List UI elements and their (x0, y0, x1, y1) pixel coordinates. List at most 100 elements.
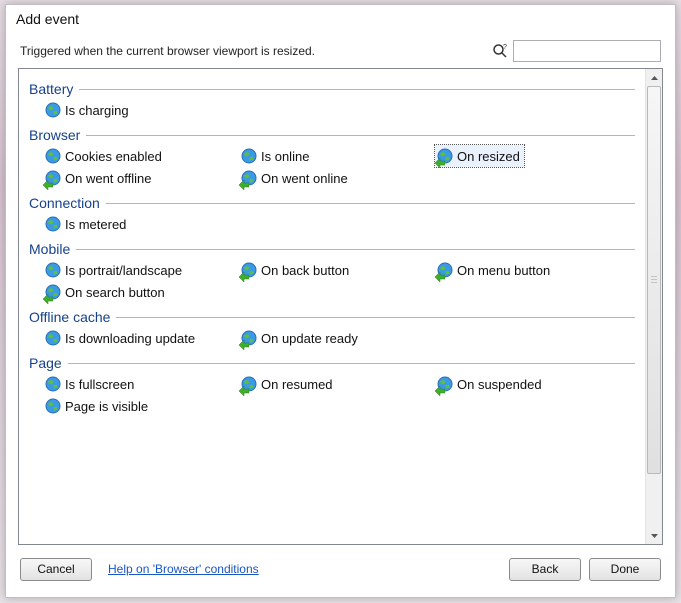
trigger-globe-icon (437, 148, 453, 164)
condition-globe-icon (45, 262, 61, 278)
category-title: Browser (29, 127, 80, 143)
condition-globe-icon (45, 102, 61, 118)
event-item-offline-on-update-ready[interactable]: On update ready (239, 327, 435, 349)
category-items: Is fullscreen On resumed On suspended Page … (29, 373, 635, 417)
category-header: Connection (29, 195, 635, 211)
event-item-browser-cookies-enabled[interactable]: Cookies enabled (43, 145, 239, 167)
category-divider (76, 249, 635, 250)
scrollbar-grip (651, 276, 657, 284)
category-items: Is portrait/landscape On back button On me… (29, 259, 635, 303)
condition-globe-icon (45, 216, 61, 232)
trigger-globe-icon (437, 376, 453, 392)
event-item-browser-on-resized[interactable]: On resized (435, 145, 524, 167)
event-item-label: On update ready (261, 331, 358, 346)
back-button[interactable]: Back (509, 558, 581, 581)
category-header: Page (29, 355, 635, 371)
condition-globe-icon (45, 148, 61, 164)
category-browser: Browser Cookies enabled Is online On resize… (29, 127, 635, 189)
trigger-globe-icon (241, 170, 257, 186)
category-mobile: Mobile Is portrait/landscape On back butto… (29, 241, 635, 303)
event-item-label: Is metered (65, 217, 126, 232)
dialog-footer: Cancel Help on 'Browser' conditions Back… (18, 545, 663, 585)
category-battery: Battery Is charging (29, 81, 635, 121)
category-items: Is downloading update On update ready (29, 327, 635, 349)
scroll-down-button[interactable] (646, 527, 662, 544)
event-item-offline-is-downloading-update[interactable]: Is downloading update (43, 327, 239, 349)
event-item-mobile-on-search-button[interactable]: On search button (43, 281, 239, 303)
event-item-page-page-is-visible[interactable]: Page is visible (43, 395, 239, 417)
event-list-frame: Battery Is charging Browser Cookies enabled… (18, 68, 663, 545)
event-item-page-is-fullscreen[interactable]: Is fullscreen (43, 373, 239, 395)
trigger-globe-icon (45, 170, 61, 186)
event-item-mobile-on-back-button[interactable]: On back button (239, 259, 435, 281)
event-item-label: Is charging (65, 103, 129, 118)
trigger-globe-icon (241, 376, 257, 392)
scrollbar-track[interactable] (646, 86, 662, 527)
dialog-backdrop: Add event Triggered when the current bro… (0, 0, 681, 603)
category-header: Browser (29, 127, 635, 143)
category-offline-cache: Offline cache Is downloading update On upd… (29, 309, 635, 349)
event-item-label: Is fullscreen (65, 377, 134, 392)
condition-globe-icon (241, 148, 257, 164)
scrollbar-thumb[interactable] (647, 86, 661, 474)
event-item-label: Is online (261, 149, 309, 164)
category-title: Battery (29, 81, 73, 97)
category-connection: Connection Is metered (29, 195, 635, 235)
category-title: Offline cache (29, 309, 110, 325)
category-title: Page (29, 355, 62, 371)
category-header: Offline cache (29, 309, 635, 325)
trigger-globe-icon (241, 330, 257, 346)
add-event-dialog: Add event Triggered when the current bro… (5, 4, 676, 598)
event-list: Battery Is charging Browser Cookies enabled… (19, 69, 645, 544)
scroll-up-button[interactable] (646, 69, 662, 86)
category-title: Mobile (29, 241, 70, 257)
event-description: Triggered when the current browser viewp… (20, 44, 491, 58)
help-link[interactable]: Help on 'Browser' conditions (108, 562, 259, 576)
cancel-button[interactable]: Cancel (20, 558, 92, 581)
event-item-label: On went online (261, 171, 348, 186)
category-items: Cookies enabled Is online On resized On wen… (29, 145, 635, 189)
svg-text:?: ? (503, 44, 507, 51)
category-page: PageIs fullscreen On resumed On suspended P… (29, 355, 635, 417)
category-items: Is metered (29, 213, 635, 235)
category-header: Mobile (29, 241, 635, 257)
event-item-connection-is-metered[interactable]: Is metered (43, 213, 239, 235)
search-icon: ? (491, 42, 509, 60)
event-item-mobile-on-menu-button[interactable]: On menu button (435, 259, 631, 281)
event-item-label: Is portrait/landscape (65, 263, 182, 278)
category-title: Connection (29, 195, 100, 211)
event-item-page-on-suspended[interactable]: On suspended (435, 373, 631, 395)
done-button[interactable]: Done (589, 558, 661, 581)
dialog-body: Triggered when the current browser viewp… (6, 31, 675, 597)
trigger-globe-icon (437, 262, 453, 278)
trigger-globe-icon (241, 262, 257, 278)
event-item-label: On menu button (457, 263, 550, 278)
event-item-label: On resized (457, 149, 520, 164)
event-item-mobile-is-portrait-landscape[interactable]: Is portrait/landscape (43, 259, 239, 281)
category-header: Battery (29, 81, 635, 97)
event-item-browser-is-online[interactable]: Is online (239, 145, 435, 167)
category-items: Is charging (29, 99, 635, 121)
category-divider (86, 135, 635, 136)
event-item-battery-is-charging[interactable]: Is charging (43, 99, 239, 121)
dialog-title: Add event (6, 5, 675, 31)
condition-globe-icon (45, 330, 61, 346)
event-item-browser-on-went-offline[interactable]: On went offline (43, 167, 239, 189)
event-description-row: Triggered when the current browser viewp… (18, 40, 663, 68)
category-divider (79, 89, 635, 90)
condition-globe-icon (45, 398, 61, 414)
trigger-globe-icon (45, 284, 61, 300)
event-item-browser-on-went-online[interactable]: On went online (239, 167, 435, 189)
category-divider (106, 203, 635, 204)
category-divider (116, 317, 635, 318)
event-item-label: On search button (65, 285, 165, 300)
event-item-label: Page is visible (65, 399, 148, 414)
event-item-page-on-resumed[interactable]: On resumed (239, 373, 435, 395)
scrollbar-vertical[interactable] (645, 69, 662, 544)
event-item-label: On back button (261, 263, 349, 278)
event-item-label: Is downloading update (65, 331, 195, 346)
condition-globe-icon (45, 376, 61, 392)
event-item-label: On resumed (261, 377, 333, 392)
category-divider (68, 363, 635, 364)
search-input[interactable] (513, 40, 661, 62)
